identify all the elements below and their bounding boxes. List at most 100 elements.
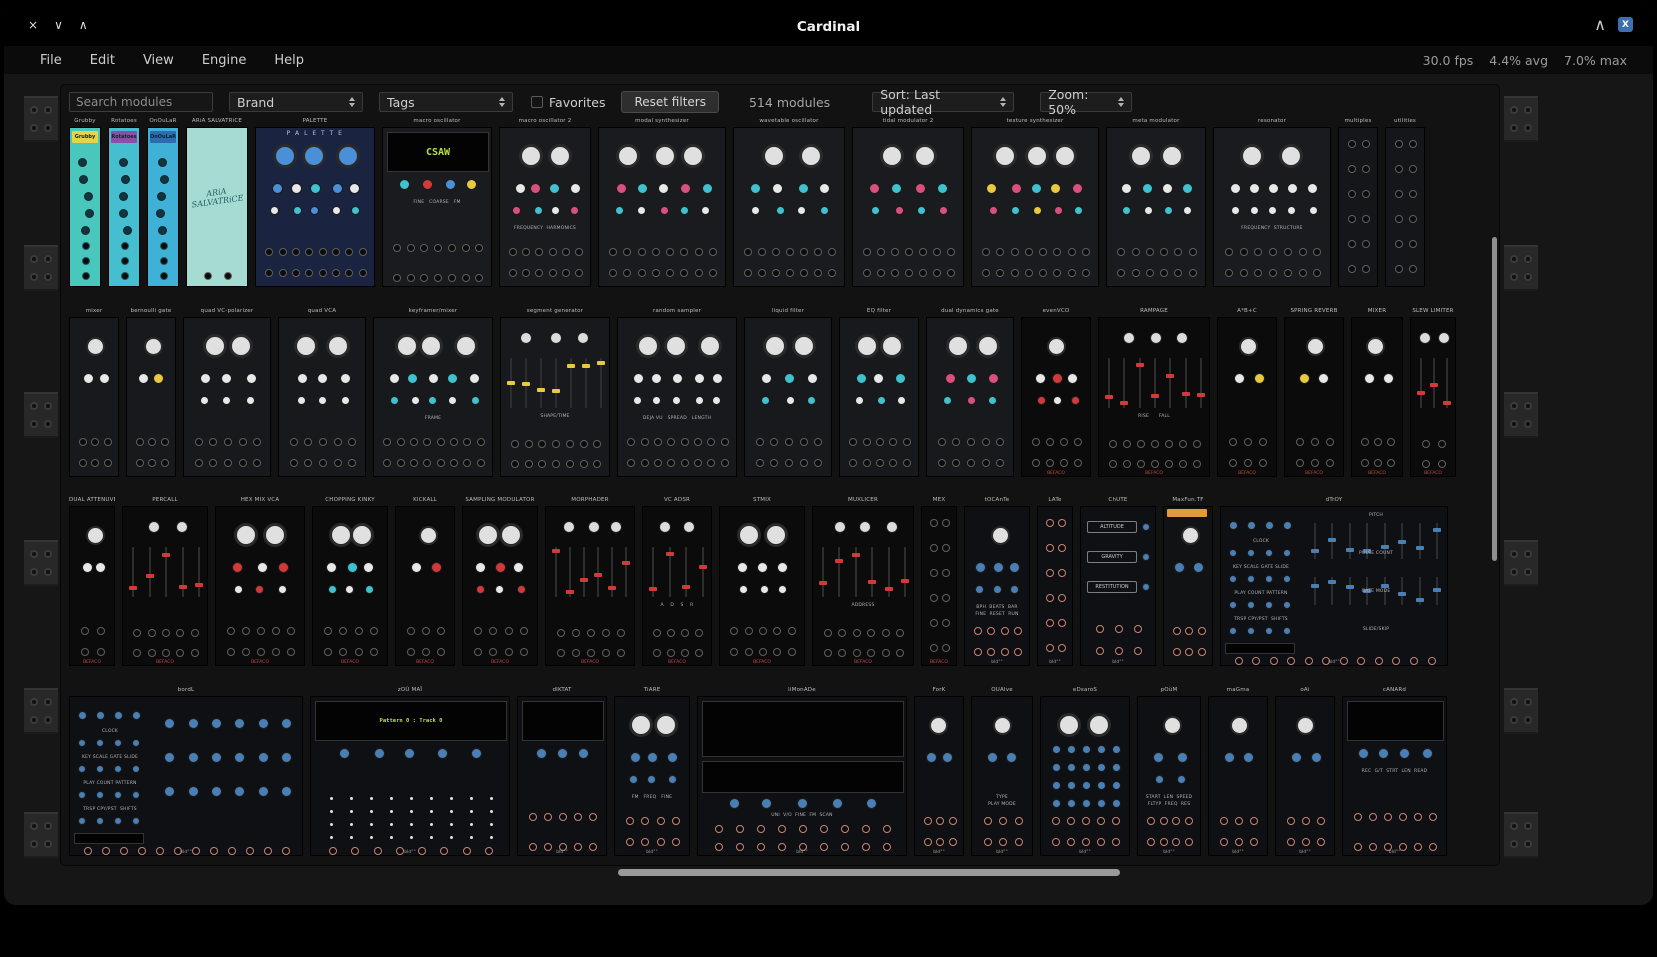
sort-select[interactable]: Sort: Last updated <box>872 92 1014 112</box>
module-tile[interactable]: SPRING REVERBBEFACO <box>1284 306 1344 482</box>
zoom-select[interactable]: Zoom: 50% <box>1040 92 1132 112</box>
module-tile[interactable]: texture synthesizer <box>971 116 1099 292</box>
module-tile[interactable]: liMonADeUNI V/O FINE FM SCANbId°° <box>697 685 907 861</box>
module-tile[interactable]: LATebId°° <box>1037 495 1073 671</box>
knob-icon <box>84 192 93 201</box>
module-tile[interactable]: VC ADSRA D S RBEFACO <box>642 495 712 671</box>
module-tile[interactable]: KICKALLBEFACO <box>395 495 455 671</box>
module-tile[interactable]: RotatoesRotatoes <box>108 116 140 292</box>
reset-filters-button[interactable]: Reset filters <box>621 91 719 113</box>
menu-edit[interactable]: Edit <box>90 53 115 68</box>
module-tile[interactable]: HEX MIX VCABEFACO <box>215 495 305 671</box>
module-tile[interactable]: RAMPAGERISE FALLBEFACO <box>1098 306 1210 482</box>
knob-icon <box>1053 144 1077 168</box>
menu-file[interactable]: File <box>40 53 62 68</box>
jack-icon <box>863 248 871 256</box>
vertical-scrollbar[interactable] <box>1492 237 1497 561</box>
knob-icon <box>886 521 898 533</box>
module-tile[interactable]: GrubbyGrubby <box>69 116 101 292</box>
module-tile[interactable]: MIXERBEFACO <box>1351 306 1403 482</box>
module-tile[interactable]: mixer <box>69 306 119 482</box>
search-input[interactable] <box>69 92 213 112</box>
knob-icon <box>1052 781 1061 790</box>
jack-icon <box>984 838 992 846</box>
module-tile[interactable]: quad VC-polarizer <box>183 306 271 482</box>
brand-logo: BEFACO <box>123 660 207 665</box>
module-tile[interactable]: macro oscillatorCSAWFINE COARSE FM <box>382 116 492 292</box>
tags-filter-select[interactable]: Tags <box>379 92 513 112</box>
jack-icon <box>1422 460 1430 468</box>
module-tile[interactable]: EQ filter <box>839 306 919 482</box>
module-tile[interactable]: resonatorFREQUENCY STRUCTURE <box>1213 116 1331 292</box>
module-tile[interactable]: MaxFun.TF <box>1163 495 1213 671</box>
brand-filter-select[interactable]: Brand <box>229 92 363 112</box>
module-tile[interactable]: random samplerDEJA VU SPREAD LENGTH <box>617 306 737 482</box>
knob-icon <box>132 739 140 747</box>
module-tile[interactable]: A*B+CBEFACO <box>1217 306 1277 482</box>
module-tile[interactable]: DUAL ATTENUVERTERBEFACO <box>69 495 115 671</box>
module-tile[interactable]: meta modulator <box>1106 116 1206 292</box>
slider-track-icon <box>1420 358 1422 408</box>
jack-icon <box>1060 459 1068 467</box>
module-tile[interactable]: ForKbId°° <box>914 685 964 861</box>
slider-handle-icon <box>1363 589 1371 593</box>
module-tile[interactable]: dual dynamics gate <box>926 306 1014 482</box>
module-tile[interactable]: tOCAnTeBPH BEATS BARFINE RESET RUNbId°° <box>964 495 1030 671</box>
module-tile[interactable]: macro oscillator 2FREQUENCY HARMONICS <box>499 116 591 292</box>
module-tile[interactable]: OUAIveTYPEPLAY MODEbId°° <box>971 685 1033 861</box>
favorites-checkbox[interactable] <box>531 96 543 108</box>
module-tile[interactable]: pOùMSTART LEN SPEEDFLTYP FREQ RESbId°° <box>1137 685 1201 861</box>
module-tile[interactable]: eDsaroSbId°° <box>1040 685 1130 861</box>
module-row: mixerbernoulli gatequad VC-polarizerquad… <box>69 306 1456 482</box>
module-tile[interactable]: segment generatorSHAPE/TIME <box>500 306 610 482</box>
module-tile[interactable]: multiples <box>1338 116 1378 292</box>
pin-icon[interactable]: ∧ <box>1594 18 1606 32</box>
jack-icon <box>933 248 941 256</box>
module-tile[interactable]: PALETTEP A L E T T E <box>255 116 375 292</box>
module-tile[interactable]: quad VCA <box>278 306 366 482</box>
jack-icon <box>1387 459 1395 467</box>
module-tile[interactable]: OnOuLaROnOuLaR <box>147 116 179 292</box>
module-tile[interactable]: wavetable oscillator <box>733 116 845 292</box>
module-tile[interactable]: MEXBEFACO <box>921 495 957 671</box>
module-tile[interactable]: bordLCLOCKKEY SCALE GATE SLIDEPLAY COUNT… <box>69 685 303 861</box>
module-tile[interactable]: dTrOYCLOCKKEY SCALE GATE SLIDEPLAY COUNT… <box>1220 495 1448 671</box>
menu-engine[interactable]: Engine <box>202 53 247 68</box>
menu-help[interactable]: Help <box>274 53 304 68</box>
knob-icon <box>1082 745 1091 754</box>
module-tile[interactable]: STMIXBEFACO <box>719 495 805 671</box>
module-tile[interactable]: MORPHADERBEFACO <box>545 495 635 671</box>
module-tile[interactable]: SAMPLING MODULATORBEFACO <box>462 495 538 671</box>
module-tile[interactable]: tidal modulator 2 <box>852 116 964 292</box>
jack-icon <box>1058 644 1066 652</box>
module-tile[interactable]: ARiA SALVATRiCEARiA SALVATRiCE <box>186 116 248 292</box>
knob-icon <box>234 752 245 763</box>
module-title: texture synthesizer <box>971 116 1099 127</box>
module-tile[interactable]: keyframer/mixerFRAME <box>373 306 493 482</box>
module-tile[interactable]: TiAREFM FREQ FINEbId°° <box>614 685 690 861</box>
module-tile[interactable]: SLEW LIMITERBEFACO <box>1410 306 1456 482</box>
module-tile[interactable]: bernoulli gate <box>126 306 176 482</box>
menu-view[interactable]: View <box>143 53 174 68</box>
module-tile[interactable]: evenVCOBEFACO <box>1021 306 1091 482</box>
module-tile[interactable]: maGmabId°° <box>1208 685 1268 861</box>
knob-icon <box>176 521 188 533</box>
knob-icon <box>1268 206 1277 215</box>
module-tile[interactable]: PERCALLBEFACO <box>122 495 208 671</box>
module-tile[interactable]: modal synthesizer <box>598 116 726 292</box>
jack-icon <box>557 629 565 637</box>
knob-icon <box>1229 549 1237 557</box>
jack-icon <box>1082 248 1090 256</box>
module-tile[interactable]: oAibId°° <box>1275 685 1335 861</box>
module-tile[interactable]: CHOPPING KINKYBEFACO <box>312 495 388 671</box>
module-tile[interactable]: utilities <box>1385 116 1425 292</box>
module-tile[interactable]: zOÙ MAÏPattern 0 : Track 0bId°° <box>310 685 510 861</box>
module-tile[interactable]: MUXLICERADDRESSBEFACO <box>812 495 914 671</box>
module-tile[interactable]: ChUTEALTITUDEGRAVITYRESTITUTIONbId°° <box>1080 495 1156 671</box>
horizontal-scrollbar[interactable] <box>618 869 1120 876</box>
module-tile[interactable]: liquid filter <box>744 306 832 482</box>
module-tile[interactable]: dIKTATbId°° <box>517 685 607 861</box>
module-tile[interactable]: cANARdREC G/T STRT LEN READbId°° <box>1342 685 1447 861</box>
jack-icon <box>1058 619 1066 627</box>
knob-icon <box>937 183 948 194</box>
